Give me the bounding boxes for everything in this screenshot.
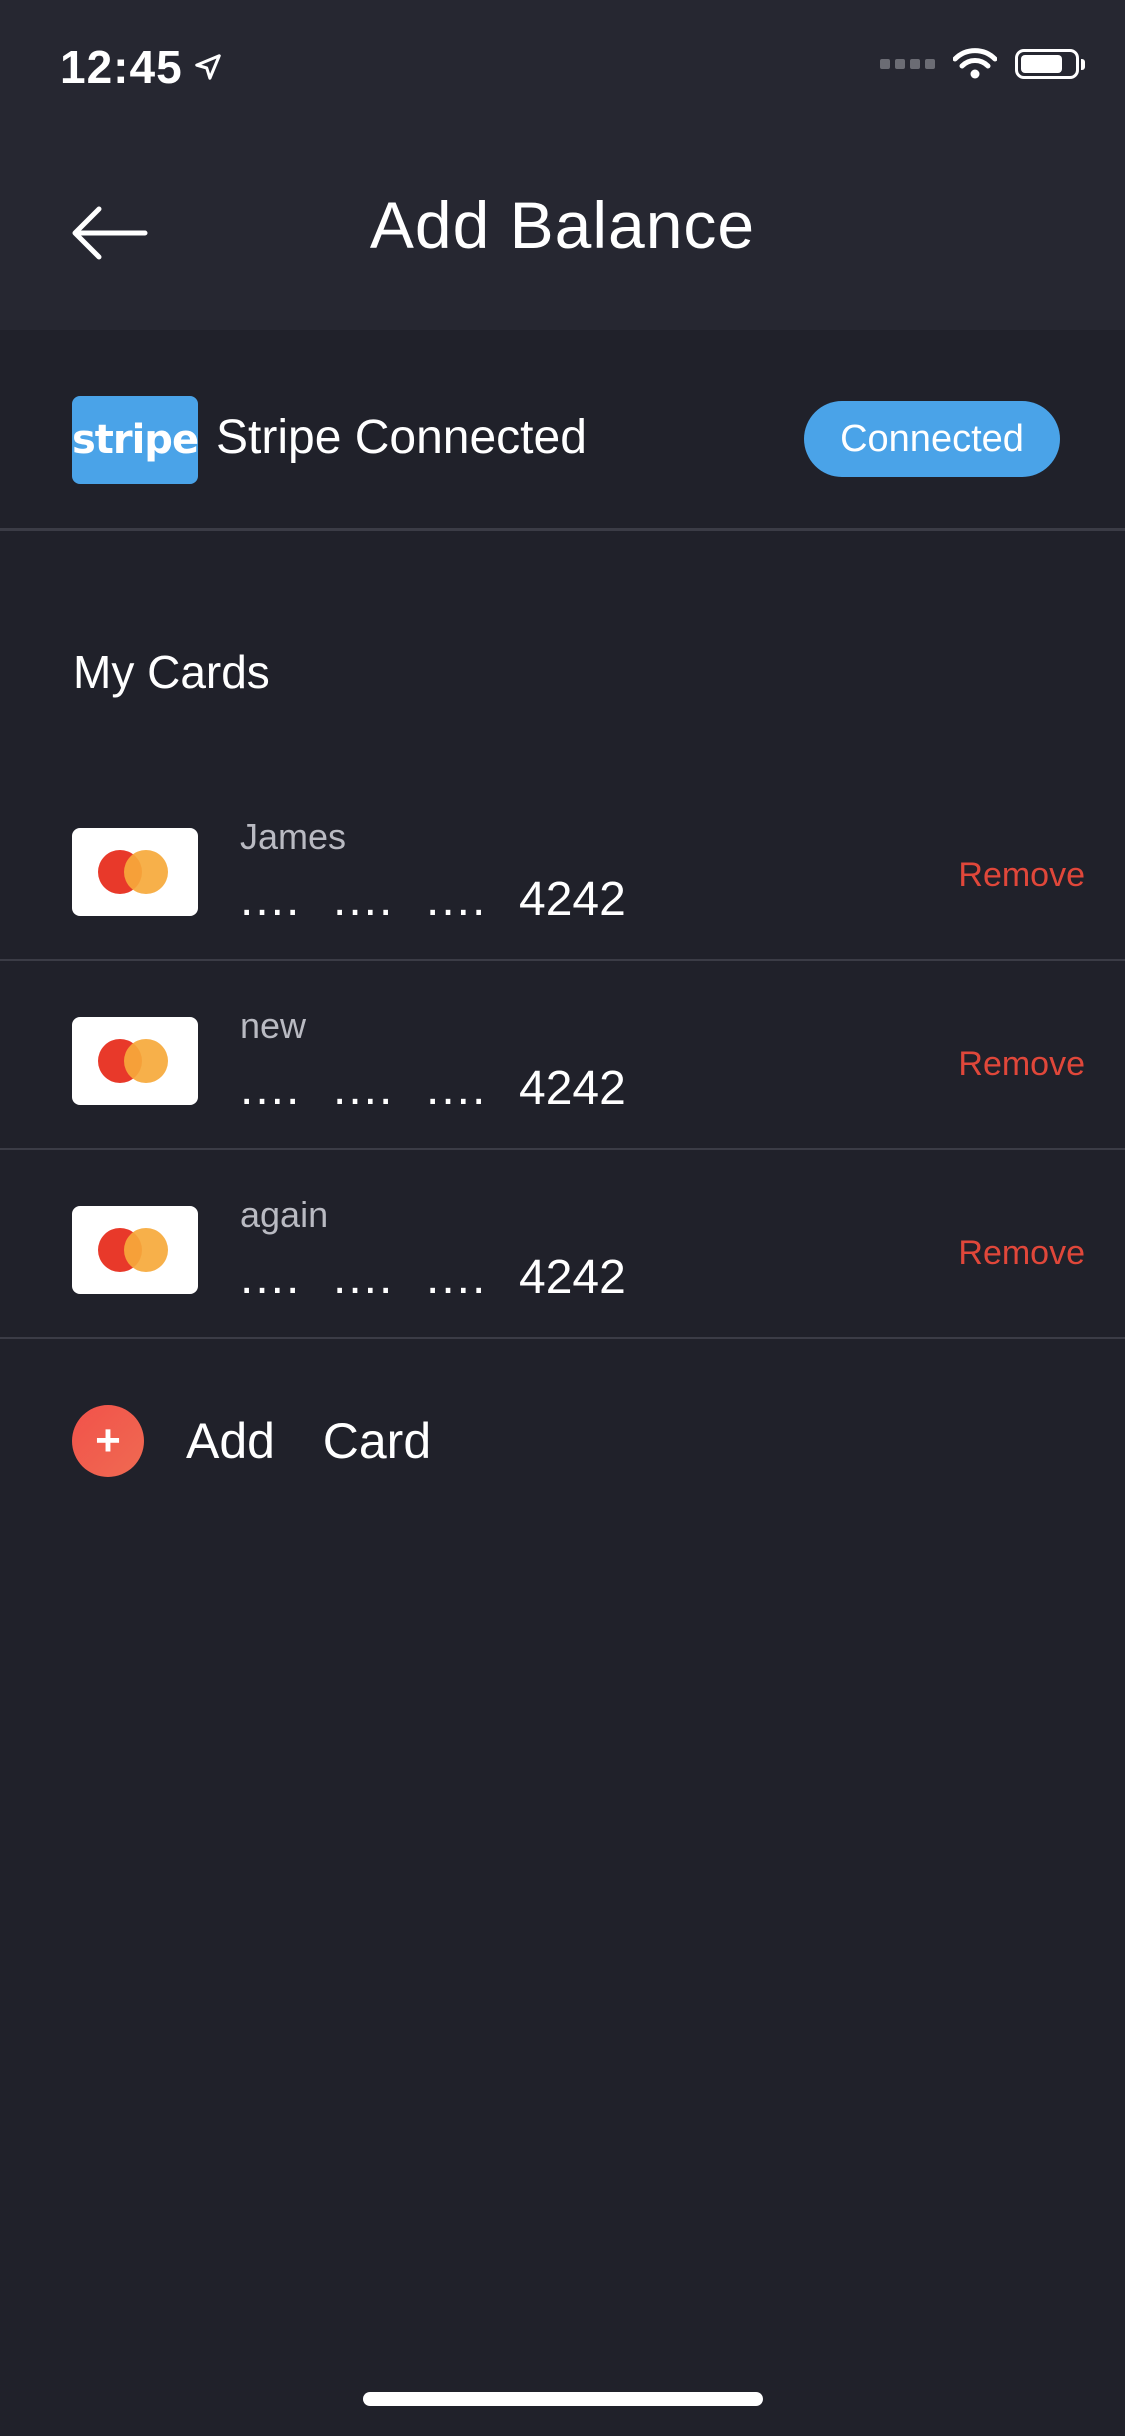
card-row: James .... .... .... 4242 Remove [0, 772, 1125, 961]
mastercard-icon [72, 1206, 198, 1294]
masked-group: .... [426, 1062, 488, 1115]
masked-group: .... [333, 1062, 395, 1115]
wifi-icon [953, 48, 997, 79]
status-icons [880, 48, 1085, 80]
card-number: .... .... .... 4242 [240, 872, 626, 927]
card-last4: 4242 [519, 1062, 626, 1115]
battery-icon [1015, 49, 1085, 79]
connected-badge[interactable]: Connected [804, 401, 1060, 477]
card-number: .... .... .... 4242 [240, 1250, 626, 1305]
masked-group: .... [240, 1062, 302, 1115]
masked-group: .... [333, 873, 395, 926]
remove-card-button[interactable]: Remove [958, 856, 1085, 895]
masked-group: .... [426, 1251, 488, 1304]
stripe-connection-row: stripe Stripe Connected Connected [0, 330, 1125, 531]
home-indicator[interactable] [363, 2392, 763, 2406]
card-last4: 4242 [519, 1251, 626, 1304]
card-row: new .... .... .... 4242 Remove [0, 961, 1125, 1150]
card-last4: 4242 [519, 873, 626, 926]
status-time: 12:45 [60, 40, 223, 94]
card-number: .... .... .... 4242 [240, 1061, 626, 1116]
clock: 12:45 [60, 41, 183, 93]
card-list: James .... .... .... 4242 Remove new ...… [0, 772, 1125, 1339]
card-holder-name: James [240, 816, 347, 857]
location-arrow-icon [194, 54, 221, 80]
remove-card-button[interactable]: Remove [958, 1234, 1085, 1273]
status-bar: 12:45 [0, 0, 1125, 130]
masked-group: .... [240, 1251, 302, 1304]
mastercard-icon [72, 828, 198, 916]
cellular-signal-icon [880, 59, 935, 69]
page-title: Add Balance [369, 188, 756, 262]
section-title: My Cards [73, 646, 270, 698]
add-card-button[interactable]: + Add Card [72, 1405, 431, 1477]
remove-card-button[interactable]: Remove [958, 1045, 1085, 1084]
stripe-label: Stripe Connected [216, 411, 587, 464]
masked-group: .... [240, 873, 302, 926]
plus-icon: + [72, 1405, 144, 1477]
card-holder-name: again [240, 1194, 329, 1235]
masked-group: .... [333, 1251, 395, 1304]
card-row: again .... .... .... 4242 Remove [0, 1150, 1125, 1339]
mastercard-icon [72, 1017, 198, 1105]
masked-group: .... [426, 873, 488, 926]
add-card-label: Add Card [186, 1413, 432, 1469]
stripe-logo: stripe [72, 396, 199, 484]
navigation-bar: Add Balance [0, 130, 1125, 330]
card-holder-name: new [240, 1005, 307, 1046]
